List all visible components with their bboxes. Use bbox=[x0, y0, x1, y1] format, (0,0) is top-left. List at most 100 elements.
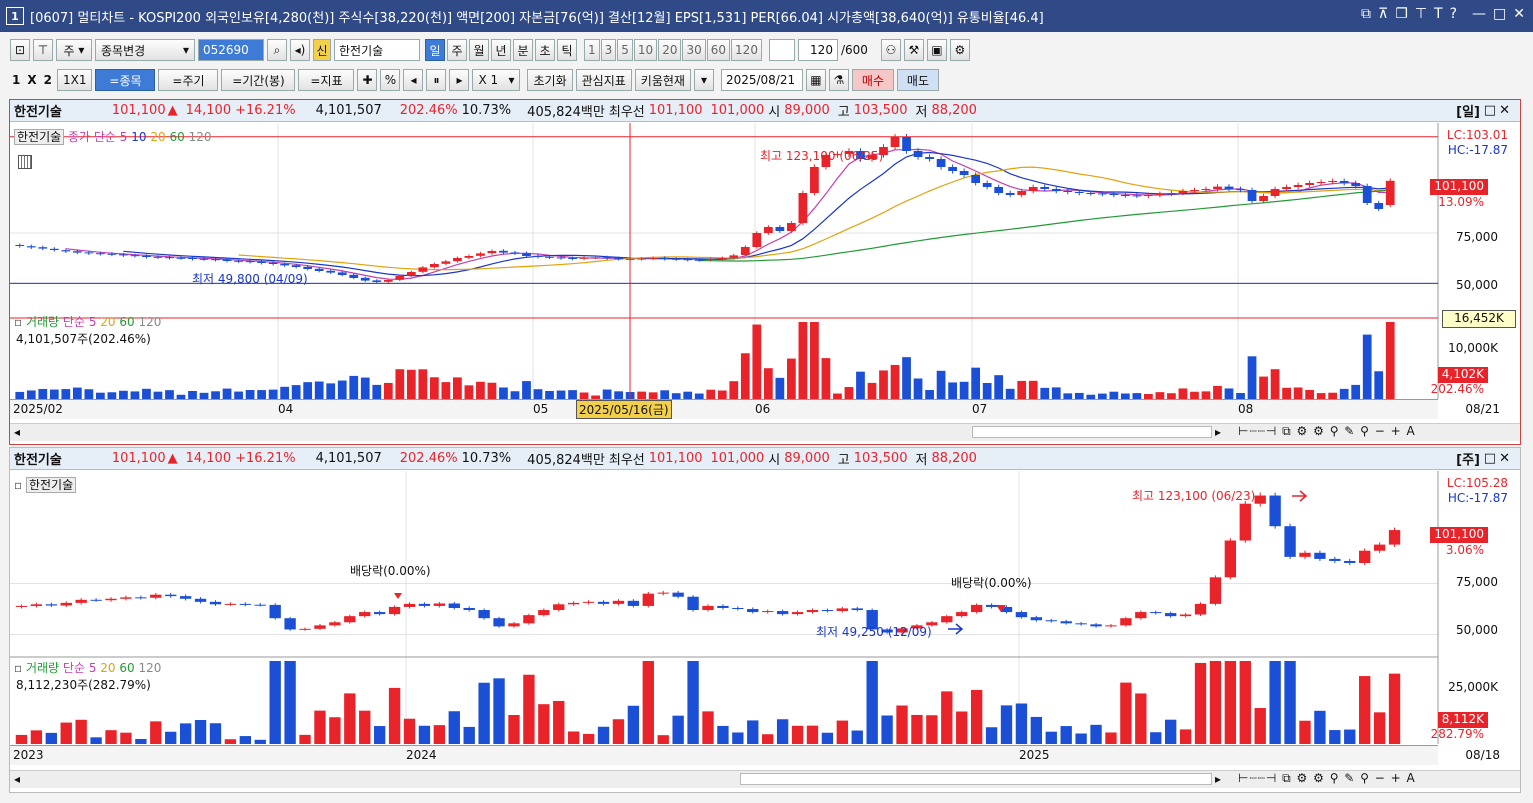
period-tab-3[interactable]: 년 bbox=[491, 39, 511, 61]
sell-button[interactable]: 매도 bbox=[896, 69, 939, 91]
type-select[interactable]: 주 ▾ bbox=[56, 39, 92, 61]
prev-icon[interactable]: ◂ bbox=[403, 69, 424, 91]
layout-x[interactable]: X bbox=[27, 73, 36, 87]
blank-select[interactable] bbox=[768, 39, 795, 61]
number-button-3[interactable]: 3 bbox=[600, 39, 617, 61]
multiplier-select[interactable]: X 1 ▾ bbox=[472, 69, 521, 91]
pin-icon[interactable]: ⊼ bbox=[1378, 6, 1388, 22]
volume-bar bbox=[1150, 732, 1162, 744]
close-icon[interactable]: ✕ bbox=[1499, 103, 1510, 118]
percent-icon[interactable]: % bbox=[380, 69, 401, 91]
zoom-tools[interactable]: ⊢┈┈⊣ ⧉ ⚙ ⚙ ⚲ ✎ ⚲ − + A bbox=[1238, 424, 1416, 439]
number-button-30[interactable]: 30 bbox=[682, 39, 706, 61]
candle-body bbox=[95, 253, 105, 255]
scroll-right-icon[interactable]: ▸ bbox=[1215, 425, 1221, 439]
number-button-1[interactable]: 1 bbox=[584, 39, 600, 61]
stock-name[interactable]: 한전기술 bbox=[334, 39, 420, 61]
date-input[interactable]: 2025/08/21 bbox=[720, 69, 803, 91]
volume-bar bbox=[314, 381, 324, 399]
pin-icon[interactable]: ⊤ bbox=[33, 39, 53, 61]
weekly-chart-svg[interactable] bbox=[10, 471, 1520, 771]
candle-body bbox=[752, 233, 762, 247]
zoom-tools[interactable]: ⊢┈┈⊣ ⧉ ⚙ ⚙ ⚲ ✎ ⚲ − + A bbox=[1238, 771, 1416, 786]
cursor-date: 2025/05/16(금) bbox=[576, 400, 672, 419]
reset-button[interactable]: 초기화 bbox=[527, 69, 573, 91]
scroll-right-icon[interactable]: ▸ bbox=[1215, 772, 1221, 786]
close-icon[interactable]: ✕ bbox=[1499, 451, 1510, 466]
stock-link-button[interactable]: =종목 bbox=[95, 69, 156, 91]
pause-icon[interactable]: ⏸ bbox=[426, 69, 447, 91]
volume-bar bbox=[299, 734, 311, 744]
price-change: 14,100 bbox=[185, 451, 232, 466]
buy-button[interactable]: 매수 bbox=[851, 69, 894, 91]
period-tab-0[interactable]: 일 bbox=[425, 39, 445, 61]
candle-body bbox=[657, 592, 669, 594]
candle-body bbox=[568, 602, 580, 605]
period-tab-2[interactable]: 월 bbox=[469, 39, 489, 61]
next-icon[interactable]: ▸ bbox=[449, 69, 470, 91]
volume-bar bbox=[280, 386, 290, 399]
volume-bar bbox=[1005, 388, 1015, 399]
filter-icon[interactable]: ⚗ bbox=[828, 69, 849, 91]
maximize-icon[interactable]: □ bbox=[1484, 451, 1496, 466]
kiwoom-current-button[interactable]: 키움현재 bbox=[634, 69, 691, 91]
change-select[interactable]: 종목변경 ▾ bbox=[95, 39, 195, 61]
chevron-down-icon[interactable]: ▾ bbox=[693, 69, 714, 91]
interest-index-button[interactable]: 관심지표 bbox=[575, 69, 632, 91]
vol-legend-60: 60 bbox=[119, 661, 135, 675]
save-icon[interactable]: ▣ bbox=[926, 39, 947, 61]
font-icon[interactable]: T bbox=[1434, 6, 1443, 22]
scroll-thumb[interactable] bbox=[740, 773, 1212, 785]
volume-bar bbox=[522, 381, 531, 399]
candle-body bbox=[15, 605, 28, 607]
scroll-thumb[interactable] bbox=[972, 426, 1212, 438]
number-button-10[interactable]: 10 bbox=[633, 39, 658, 61]
index-link-button[interactable]: =지표 bbox=[298, 69, 355, 91]
count-input[interactable]: 120 bbox=[797, 39, 838, 61]
period-link-button[interactable]: =주기 bbox=[158, 69, 219, 91]
search-icon[interactable]: ⌕ bbox=[267, 39, 287, 61]
period-tab-1[interactable]: 주 bbox=[447, 39, 467, 61]
period-tab-5[interactable]: 초 bbox=[535, 39, 555, 61]
candle-body bbox=[1015, 612, 1028, 618]
tool-icon[interactable]: ⚒ bbox=[903, 39, 924, 61]
panel2-scrollbar[interactable]: ◂ ▸ ⊢┈┈⊣ ⧉ ⚙ ⚙ ⚲ ✎ ⚲ − + A bbox=[10, 770, 1520, 788]
minimize-icon[interactable]: — bbox=[1472, 6, 1486, 22]
candle-body bbox=[269, 604, 281, 619]
maximize-icon[interactable]: □ bbox=[1493, 6, 1506, 22]
panel1-scrollbar[interactable]: ◂ ▸ ⊢┈┈⊣ ⧉ ⚙ ⚙ ⚲ ✎ ⚲ − + A bbox=[10, 423, 1520, 441]
period-tab-4[interactable]: 분 bbox=[513, 39, 533, 61]
legend-10: 10 bbox=[131, 130, 147, 144]
fixed-icon[interactable]: ⊤ bbox=[1415, 6, 1427, 22]
volume-bar bbox=[284, 661, 296, 744]
open-icon[interactable]: ⊡ bbox=[10, 39, 30, 61]
link-icon[interactable]: ⚇ bbox=[880, 39, 901, 61]
speaker-icon[interactable]: ◂) bbox=[290, 39, 310, 61]
vol-legend-name: 거래량 bbox=[25, 315, 60, 329]
scroll-left-icon[interactable]: ◂ bbox=[14, 425, 20, 439]
layout-1[interactable]: 1 bbox=[12, 73, 20, 87]
number-button-120[interactable]: 120 bbox=[731, 39, 762, 61]
volume-bar bbox=[896, 705, 908, 744]
gear-icon[interactable]: ⚙ bbox=[949, 39, 970, 61]
table-icon[interactable] bbox=[18, 155, 32, 169]
period-tab-6[interactable]: 틱 bbox=[557, 39, 577, 61]
candle-body bbox=[1086, 193, 1096, 194]
maximize-icon[interactable]: □ bbox=[1484, 103, 1496, 118]
scroll-left-icon[interactable]: ◂ bbox=[14, 772, 20, 786]
window-icon[interactable]: ❐ bbox=[1395, 6, 1408, 22]
number-button-5[interactable]: 5 bbox=[617, 39, 633, 61]
help-icon[interactable]: ? bbox=[1450, 6, 1457, 22]
number-button-20[interactable]: 20 bbox=[658, 39, 682, 61]
code-input[interactable]: 052690 bbox=[198, 39, 264, 61]
close-icon[interactable]: ✕ bbox=[1513, 6, 1525, 22]
crosshair-icon[interactable]: ✚ bbox=[357, 69, 378, 91]
candle-body bbox=[510, 252, 520, 254]
range-link-button[interactable]: =기간(봉) bbox=[221, 69, 296, 91]
layout-2[interactable]: 2 bbox=[44, 73, 52, 87]
one-by-one-button[interactable]: 1X1 bbox=[56, 69, 93, 91]
calendar-icon[interactable]: ▦ bbox=[805, 69, 826, 91]
number-button-60[interactable]: 60 bbox=[706, 39, 731, 61]
restore-icon[interactable]: ⧉ bbox=[1361, 6, 1371, 22]
vol-badge-pct: 282.79% bbox=[1430, 727, 1484, 741]
